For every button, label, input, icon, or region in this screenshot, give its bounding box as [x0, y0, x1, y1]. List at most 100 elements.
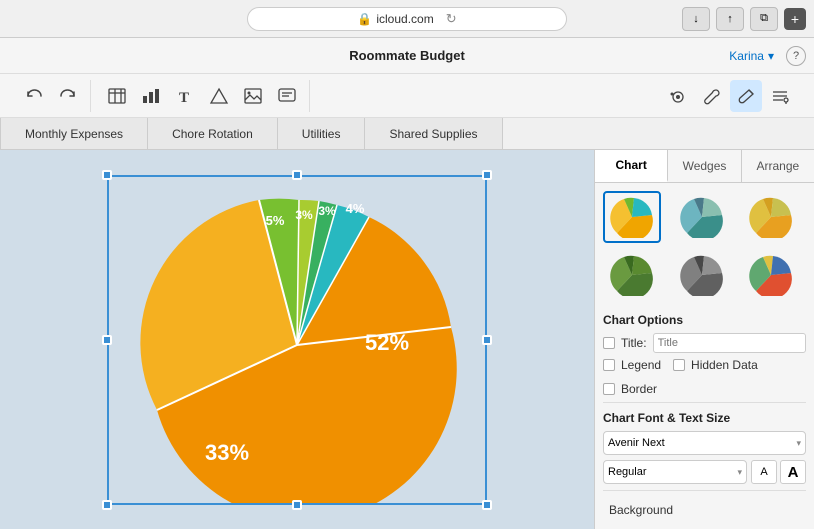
svg-text:3%: 3%: [318, 204, 336, 218]
font-style-row: Regular ▾ A A: [603, 460, 806, 484]
font-style-value: Regular: [608, 466, 647, 478]
tabs-bar: Monthly Expenses Chore Rotation Utilitie…: [0, 118, 814, 150]
main-layout: 52% 33% 5% 3% 3% 4% Chart Wedges Arrange: [0, 150, 814, 529]
browser-controls: ↓ ↑ ⧉ +: [682, 7, 806, 31]
font-name-value: Avenir Next: [608, 437, 665, 449]
chart-style-6[interactable]: [742, 249, 800, 301]
add-tab-button[interactable]: +: [784, 8, 806, 30]
font-style-arrow: ▾: [737, 467, 742, 478]
svg-text:3%: 3%: [295, 208, 313, 222]
font-size-small-button[interactable]: A: [751, 460, 777, 484]
app-titlebar: Roommate Budget Karina ▾ ?: [0, 38, 814, 74]
hidden-data-checkbox[interactable]: [673, 359, 685, 371]
chart-options-title: Chart Options: [603, 313, 806, 327]
tab-wedges[interactable]: Wedges: [668, 150, 741, 182]
chart-style-4[interactable]: [603, 249, 661, 301]
title-input[interactable]: [653, 333, 806, 353]
toolbar: T: [0, 74, 814, 118]
user-name: Karina: [729, 49, 764, 63]
tab-arrange[interactable]: Arrange: [742, 150, 814, 182]
font-name-arrow: ▾: [796, 438, 801, 449]
tab-chart[interactable]: Chart: [595, 150, 668, 182]
chart-styles-grid: [603, 191, 806, 301]
redo-button[interactable]: [52, 80, 84, 112]
font-style-select[interactable]: Regular ▾: [603, 460, 747, 484]
border-checkbox[interactable]: [603, 383, 615, 395]
canvas-area[interactable]: 52% 33% 5% 3% 3% 4%: [0, 150, 594, 529]
hidden-data-option-row: Hidden Data: [673, 358, 758, 372]
user-chevron-icon: ▾: [768, 49, 774, 63]
legend-checkbox[interactable]: [603, 359, 615, 371]
legend-label: Legend: [621, 358, 661, 372]
resize-handle-br[interactable]: [482, 500, 492, 510]
divider-2: [603, 490, 806, 491]
user-menu[interactable]: Karina ▾: [729, 49, 774, 63]
chart-button[interactable]: [135, 80, 167, 112]
svg-text:T: T: [179, 90, 189, 105]
tab-shared-supplies[interactable]: Shared Supplies: [365, 118, 502, 149]
undo-button[interactable]: [18, 80, 50, 112]
tab-monthly-expenses[interactable]: Monthly Expenses: [0, 118, 148, 149]
divider-1: [603, 402, 806, 403]
table-button[interactable]: [101, 80, 133, 112]
right-panel: Chart Wedges Arrange: [594, 150, 814, 529]
resize-handle-ml[interactable]: [102, 335, 112, 345]
url-bar[interactable]: 🔒 icloud.com ↻: [247, 7, 567, 31]
url-text: icloud.com: [376, 12, 433, 26]
svg-text:5%: 5%: [266, 213, 285, 228]
chart-style-1[interactable]: [603, 191, 661, 243]
text-button[interactable]: T: [169, 80, 201, 112]
chart-style-3[interactable]: [742, 191, 800, 243]
resize-handle-bl[interactable]: [102, 500, 112, 510]
format-group: [656, 80, 802, 112]
help-button[interactable]: ?: [786, 46, 806, 66]
browser-bar: 🔒 icloud.com ↻ ↓ ↑ ⧉ +: [0, 0, 814, 38]
camera-button[interactable]: [662, 80, 694, 112]
brush-button[interactable]: [730, 80, 762, 112]
share-button[interactable]: ↑: [716, 7, 744, 31]
svg-text:52%: 52%: [365, 330, 409, 355]
resize-handle-tl[interactable]: [102, 170, 112, 180]
font-name-select[interactable]: Avenir Next ▾: [603, 431, 806, 455]
panel-tabs: Chart Wedges Arrange: [595, 150, 814, 183]
undo-redo-group: [12, 80, 91, 112]
font-name-row: Avenir Next ▾: [603, 431, 806, 455]
chart-container[interactable]: 52% 33% 5% 3% 3% 4%: [107, 175, 487, 505]
image-button[interactable]: [237, 80, 269, 112]
svg-text:4%: 4%: [346, 201, 365, 216]
resize-handle-mr[interactable]: [482, 335, 492, 345]
wrench-button[interactable]: [696, 80, 728, 112]
font-size-small-label: A: [760, 466, 767, 478]
tab-chore-rotation[interactable]: Chore Rotation: [148, 118, 278, 149]
chart-style-5[interactable]: [673, 249, 731, 301]
legend-option-row: Legend: [603, 358, 661, 372]
resize-handle-tr[interactable]: [482, 170, 492, 180]
background-label: Background: [609, 503, 673, 517]
title-checkbox[interactable]: [603, 337, 615, 349]
format-button[interactable]: [764, 80, 796, 112]
app-title: Roommate Budget: [349, 48, 465, 63]
hidden-data-label: Hidden Data: [691, 358, 758, 372]
title-option-row: Title:: [603, 333, 806, 353]
font-size-large-label: A: [788, 464, 799, 481]
panel-content: Chart Options Title: Legend Hidden Data …: [595, 183, 814, 529]
font-size-large-button[interactable]: A: [780, 460, 806, 484]
svg-text:33%: 33%: [205, 440, 249, 465]
font-section-title: Chart Font & Text Size: [603, 411, 806, 425]
resize-handle-tc[interactable]: [292, 170, 302, 180]
download-button[interactable]: ↓: [682, 7, 710, 31]
background-row: Background: [603, 497, 806, 523]
chart-style-2[interactable]: [673, 191, 731, 243]
insert-group: T: [95, 80, 310, 112]
lock-icon: 🔒: [357, 12, 372, 26]
border-label: Border: [621, 382, 657, 396]
tabs-button[interactable]: ⧉: [750, 7, 778, 31]
comment-button[interactable]: [271, 80, 303, 112]
pie-chart: 52% 33% 5% 3% 3% 4%: [107, 175, 487, 505]
title-label: Title:: [621, 336, 647, 350]
resize-handle-bc[interactable]: [292, 500, 302, 510]
shape-button[interactable]: [203, 80, 235, 112]
font-size-buttons: A A: [751, 460, 806, 484]
reload-icon[interactable]: ↻: [446, 11, 457, 27]
tab-utilities[interactable]: Utilities: [278, 118, 366, 149]
